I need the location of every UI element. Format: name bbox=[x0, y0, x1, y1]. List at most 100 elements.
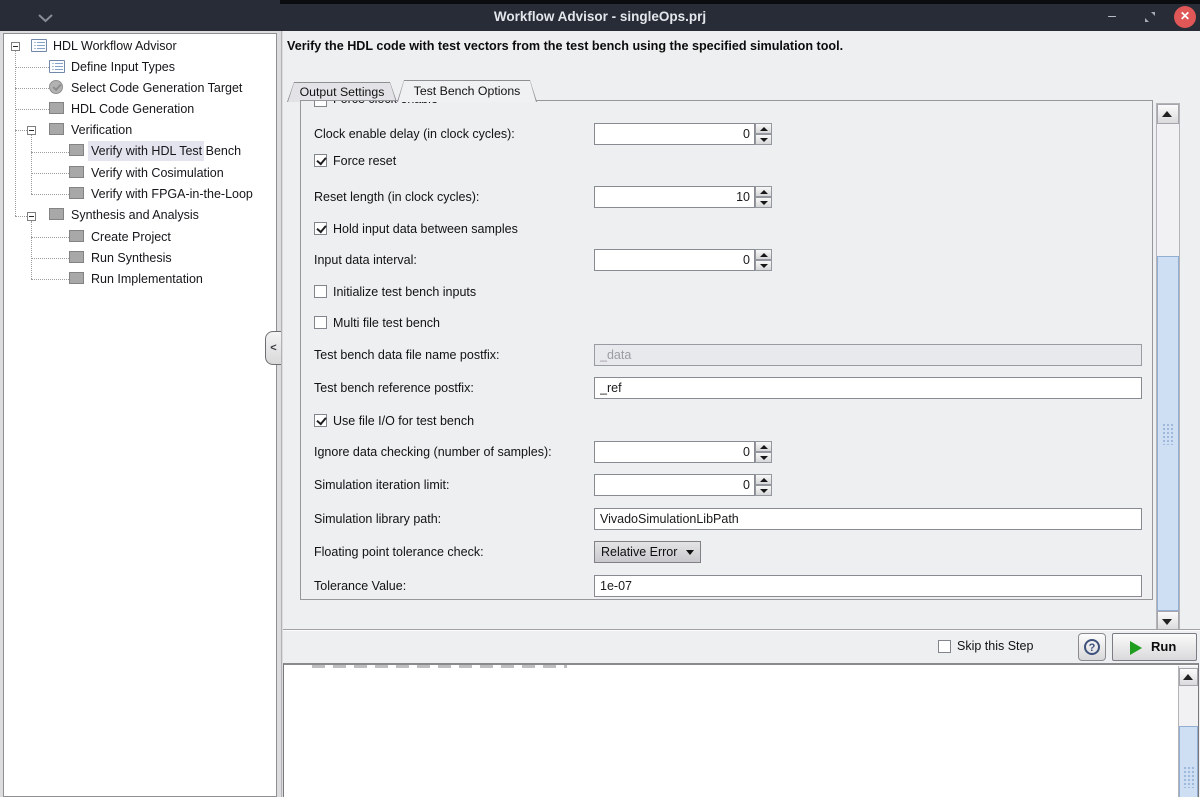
run-play-icon bbox=[1130, 641, 1142, 655]
test-bench-reference-postfix-input[interactable] bbox=[594, 377, 1142, 399]
tree-connector bbox=[31, 221, 32, 279]
scroll-up-button[interactable] bbox=[1157, 104, 1179, 124]
spinner-up-button[interactable] bbox=[755, 186, 772, 197]
task-square-icon bbox=[69, 230, 84, 242]
help-button[interactable]: ? bbox=[1078, 633, 1106, 661]
use-file-io-checkbox[interactable] bbox=[314, 414, 327, 427]
tolerance-value-input[interactable] bbox=[594, 575, 1142, 597]
force-reset-checkbox[interactable] bbox=[314, 154, 327, 167]
collapse-sidebar-handle[interactable]: < bbox=[265, 331, 281, 365]
tab-test-bench-options[interactable]: Test Bench Options bbox=[397, 80, 537, 102]
spinner-down-button[interactable] bbox=[755, 485, 772, 496]
spinner-up-icon bbox=[760, 253, 768, 257]
spinner-down-button[interactable] bbox=[755, 452, 772, 463]
tree-connector bbox=[15, 130, 27, 131]
scrollbar-thumb[interactable] bbox=[1179, 726, 1198, 797]
tree-connector bbox=[31, 152, 69, 153]
spinner-up-icon bbox=[760, 445, 768, 449]
tree-connector bbox=[15, 109, 49, 110]
scroll-up-icon bbox=[1183, 674, 1193, 680]
step-instruction: Verify the HDL code with test vectors fr… bbox=[287, 39, 843, 53]
task-square-icon bbox=[69, 272, 84, 284]
clock-enable-delay-input[interactable] bbox=[594, 123, 755, 145]
spinner-down-icon bbox=[760, 264, 768, 268]
spinner-down-button[interactable] bbox=[755, 197, 772, 208]
skip-this-step-checkbox[interactable] bbox=[938, 640, 951, 653]
restore-icon[interactable] bbox=[1144, 10, 1156, 22]
spinner-up-button[interactable] bbox=[755, 249, 772, 260]
run-button[interactable]: Run bbox=[1112, 633, 1197, 661]
clock-enable-delay-spinner bbox=[755, 123, 772, 145]
result-log-panel[interactable] bbox=[283, 663, 1199, 797]
simulation-iteration-limit-input[interactable] bbox=[594, 474, 755, 496]
spinner-up-icon bbox=[760, 478, 768, 482]
ignore-data-checking-spinner bbox=[755, 441, 772, 463]
tree-expander-verification[interactable] bbox=[27, 126, 36, 135]
spinner-up-button[interactable] bbox=[755, 441, 772, 452]
test-bench-options-form: Force clock enable Clock enable delay (i… bbox=[300, 100, 1153, 600]
scroll-down-button[interactable] bbox=[1157, 611, 1179, 631]
test-bench-data-postfix-input bbox=[594, 344, 1142, 366]
window-title: Workflow Advisor - singleOps.prj bbox=[0, 4, 1200, 31]
task-square-icon bbox=[69, 251, 84, 263]
help-question-icon: ? bbox=[1084, 639, 1100, 655]
scroll-up-icon bbox=[1162, 111, 1172, 117]
spinner-down-icon bbox=[760, 456, 768, 460]
tree-connector bbox=[15, 51, 16, 216]
list-icon bbox=[49, 60, 65, 73]
scrollbar-thumb[interactable] bbox=[1157, 256, 1179, 611]
spinner-down-icon bbox=[760, 489, 768, 493]
log-scrollbar[interactable] bbox=[1178, 666, 1198, 797]
circle-check-icon bbox=[49, 80, 63, 94]
tree-connector bbox=[31, 279, 69, 280]
tree-connector bbox=[15, 88, 49, 89]
scroll-down-icon bbox=[1162, 619, 1172, 625]
spinner-down-button[interactable] bbox=[755, 134, 772, 145]
workflow-icon bbox=[31, 39, 47, 52]
floating-point-tolerance-dropdown[interactable]: Relative Error bbox=[594, 541, 701, 563]
simulation-library-path-input[interactable] bbox=[594, 508, 1142, 530]
tree-connector bbox=[15, 216, 27, 217]
force-clock-enable-checkbox[interactable] bbox=[314, 100, 327, 107]
ignore-data-checking-input[interactable] bbox=[594, 441, 755, 463]
tree-connector bbox=[31, 194, 69, 195]
minimize-button[interactable]: – bbox=[1102, 3, 1122, 27]
spinner-down-button[interactable] bbox=[755, 260, 772, 271]
spinner-up-button[interactable] bbox=[755, 474, 772, 485]
scroll-up-button[interactable] bbox=[1179, 668, 1198, 686]
tree-expander-synthesis[interactable] bbox=[27, 212, 36, 221]
initialize-test-bench-inputs-checkbox[interactable] bbox=[314, 285, 327, 298]
reset-length-input[interactable] bbox=[594, 186, 755, 208]
clipped-log-text bbox=[312, 665, 567, 668]
spinner-up-icon bbox=[760, 127, 768, 131]
tree-expander-root[interactable] bbox=[11, 42, 20, 51]
task-square-icon bbox=[49, 123, 64, 135]
dropdown-caret-icon bbox=[686, 550, 694, 555]
hold-input-data-checkbox[interactable] bbox=[314, 222, 327, 235]
input-data-interval-input[interactable] bbox=[594, 249, 755, 271]
tree-connector bbox=[31, 135, 32, 194]
task-square-icon bbox=[49, 208, 64, 220]
spinner-up-icon bbox=[760, 190, 768, 194]
main-panel: Verify the HDL code with test vectors fr… bbox=[283, 31, 1200, 797]
multi-file-test-bench-checkbox[interactable] bbox=[314, 316, 327, 329]
tree-connector bbox=[31, 237, 69, 238]
title-bar: Workflow Advisor - singleOps.prj – ✕ bbox=[0, 0, 1200, 31]
tab-output-settings[interactable]: Output Settings bbox=[287, 82, 397, 102]
task-square-icon bbox=[69, 166, 84, 178]
reset-length-spinner bbox=[755, 186, 772, 208]
spinner-down-icon bbox=[760, 138, 768, 142]
simulation-iteration-limit-spinner bbox=[755, 474, 772, 496]
spinner-down-icon bbox=[760, 201, 768, 205]
form-scrollbar[interactable] bbox=[1156, 103, 1180, 630]
task-square-icon bbox=[69, 187, 84, 199]
task-square-icon bbox=[69, 144, 84, 156]
tree-connector bbox=[15, 67, 49, 68]
skip-this-step-label: Skip this Step bbox=[957, 639, 1033, 653]
tree-connector bbox=[31, 173, 69, 174]
panel-divider bbox=[281, 31, 282, 797]
section-separator bbox=[283, 629, 1200, 631]
spinner-up-button[interactable] bbox=[755, 123, 772, 134]
close-button[interactable]: ✕ bbox=[1174, 6, 1196, 28]
workflow-advisor-window: Workflow Advisor - singleOps.prj – ✕ bbox=[0, 0, 1200, 797]
